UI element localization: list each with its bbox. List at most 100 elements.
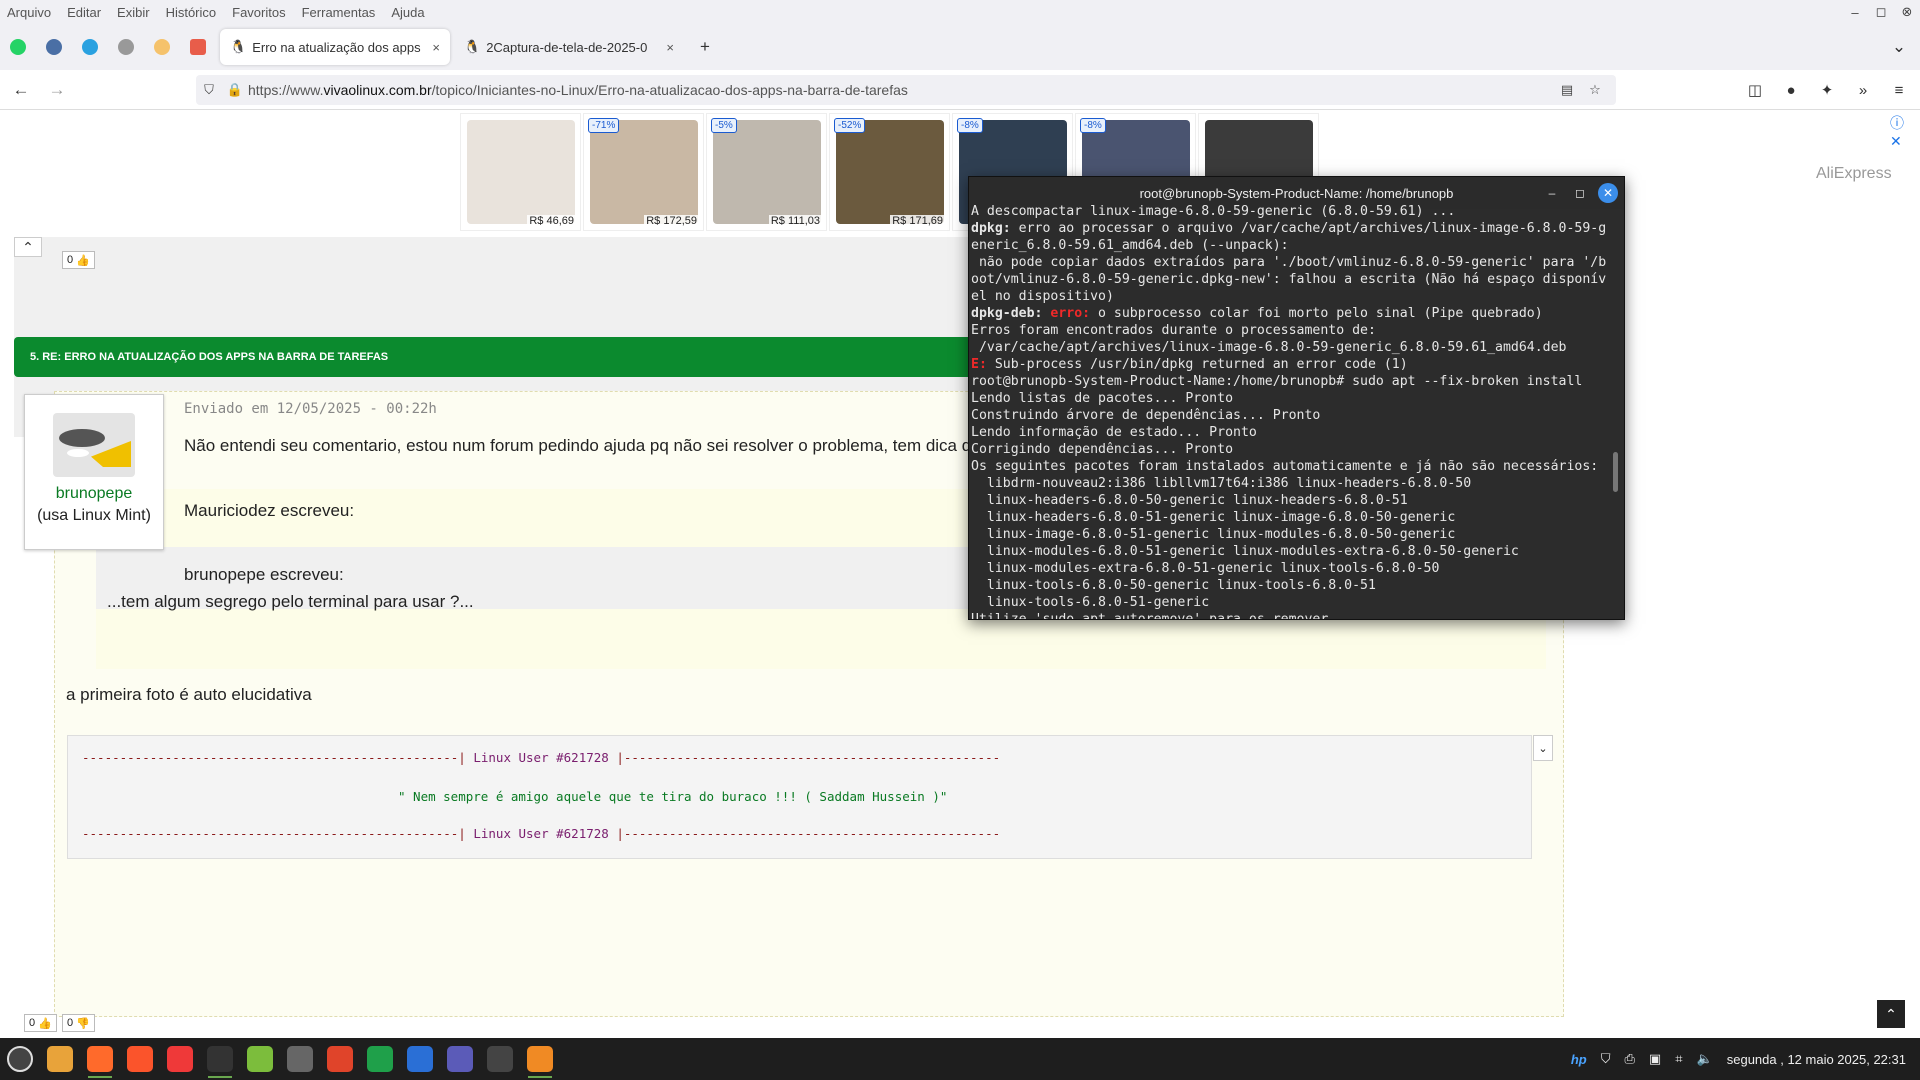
new-tab-button[interactable]: + (690, 32, 720, 62)
volume-icon[interactable]: 🔈 (1697, 1051, 1713, 1067)
terminal-window[interactable]: root@brunopb-System-Product-Name: /home/… (968, 176, 1625, 620)
terminal-title: root@brunopb-System-Product-Name: /home/… (1139, 185, 1454, 201)
hp-icon[interactable]: hp (1571, 1052, 1587, 1067)
terminal-text: não pode copiar dados extraídos para './… (971, 255, 1607, 270)
taskbar-app[interactable] (400, 1038, 440, 1080)
clipboard-icon[interactable]: ▣ (1649, 1051, 1661, 1067)
terminal-text: A descompactar linux-image-6.8.0-59-gene… (971, 204, 1456, 219)
terminal-scrollbar[interactable] (1613, 452, 1618, 492)
forward-button[interactable]: → (42, 75, 72, 105)
tab-erro-atualizacao[interactable]: 🐧 Erro na atualização dos apps × (220, 29, 450, 65)
terminal-line: linux-tools-6.8.0-50-generic linux-tools… (971, 577, 1611, 594)
menu-exibir[interactable]: Exibir (117, 5, 150, 20)
lock-icon[interactable]: 🔒 (222, 82, 248, 98)
taskbar-app[interactable] (480, 1038, 520, 1080)
shield-icon[interactable]: ⛉ (1601, 1051, 1611, 1067)
terminal-line: Lendo listas de pacotes... Pronto (971, 390, 1611, 407)
terminal-text: erro ao processar o arquivo /var/cache/a… (1010, 221, 1607, 236)
taskbar-app[interactable] (520, 1038, 560, 1080)
terminal-line: Utilize 'sudo apt autoremove' para os re… (971, 611, 1611, 619)
taskbar-app[interactable] (120, 1038, 160, 1080)
pinned-icon (154, 39, 170, 55)
tab-list-chevron-icon[interactable]: ⌄ (1884, 32, 1914, 62)
shield-icon[interactable]: ⛉ (196, 82, 222, 98)
terminal-line: Corrigindo dependências... Pronto (971, 441, 1611, 458)
taskbar-app[interactable] (440, 1038, 480, 1080)
taskbar-apps (40, 1038, 560, 1080)
terminal-error: E: (971, 357, 987, 372)
taskbar-app[interactable] (200, 1038, 240, 1080)
reader-view-icon[interactable]: ▤ (1554, 82, 1580, 98)
terminal-text: linux-image-6.8.0-51-generic linux-modul… (971, 527, 1456, 542)
ad-brand[interactable]: AliExpress (1816, 165, 1892, 183)
ad-item[interactable]: -5% R$ 111,03 (706, 113, 827, 231)
username-link[interactable]: brunopepe (25, 485, 163, 503)
url-bar[interactable]: ⛉ 🔒 https://www.vivaolinux.com.br/topico… (196, 75, 1616, 105)
avatar[interactable] (53, 413, 135, 477)
tab-close-icon[interactable]: × (432, 40, 440, 55)
taskbar-app[interactable] (320, 1038, 360, 1080)
post-text: Não entendi seu comentario, estou num fo… (184, 436, 981, 455)
menu-ajuda[interactable]: Ajuda (391, 5, 424, 20)
ad-item[interactable]: -71% R$ 172,59 (583, 113, 704, 231)
terminal-line: libdrm-nouveau2:i386 libllvm17t64:i386 l… (971, 475, 1611, 492)
taskbar-app[interactable] (240, 1038, 280, 1080)
terminal-text: /var/cache/apt/archives/linux-image-6.8.… (971, 340, 1567, 355)
terminal-text: Lendo informação de estado... Pronto (971, 425, 1257, 440)
tab-title: 2Captura-de-tela-de-2025-0 (486, 39, 648, 55)
close-icon[interactable]: ⊗ (1894, 0, 1920, 24)
terminal-text: root@brunopb-System-Product-Name:/home/b… (971, 374, 1583, 389)
minimize-icon[interactable]: – (1842, 0, 1868, 24)
bookmark-star-icon[interactable]: ☆ (1582, 82, 1608, 98)
collapse-up-button[interactable]: ⌃ (14, 237, 42, 257)
menu-historico[interactable]: Histórico (166, 5, 217, 20)
printer-icon[interactable]: ⎙ (1625, 1051, 1635, 1067)
navigation-bar: ← → ⛉ 🔒 https://www.vivaolinux.com.br/to… (0, 70, 1920, 110)
signature-quote: " Nem sempre é amigo aquele que te tira … (398, 789, 948, 804)
taskbar-app[interactable] (160, 1038, 200, 1080)
maximize-icon[interactable]: ◻ (1868, 0, 1894, 24)
scroll-to-top-button[interactable]: ⌃ (1877, 1000, 1905, 1028)
tab-captura[interactable]: 🐧 2Captura-de-tela-de-2025-0 × (454, 29, 684, 65)
pinned-tab-5[interactable] (144, 29, 180, 65)
pinned-tab-2[interactable] (36, 29, 72, 65)
taskbar-app[interactable] (360, 1038, 400, 1080)
menu-favoritos[interactable]: Favoritos (232, 5, 285, 20)
pinned-tab-6[interactable] (180, 29, 216, 65)
terminal-output[interactable]: A descompactar linux-image-6.8.0-59-gene… (971, 203, 1611, 619)
terminal-line: oot/vmlinuz-6.8.0-59-generic.dpkg-new': … (971, 271, 1611, 288)
pinned-tab-4[interactable] (108, 29, 144, 65)
expand-signature-chevron-icon[interactable]: ⌄ (1533, 735, 1553, 761)
pinned-tab-3[interactable] (72, 29, 108, 65)
pinned-tab-whatsapp[interactable] (0, 29, 36, 65)
vote-button[interactable]: 0 👍 (24, 1014, 57, 1032)
clock[interactable]: segunda , 12 maio 2025, 22:31 (1727, 1052, 1906, 1067)
ad-info-close-icon[interactable]: ⓘ ✕ (1890, 113, 1904, 150)
menu-arquivo[interactable]: Arquivo (7, 5, 51, 20)
hamburger-menu-icon[interactable]: ≡ (1884, 75, 1914, 105)
extensions-icon[interactable]: ✦ (1812, 75, 1842, 105)
overflow-chevron-icon[interactable]: » (1848, 75, 1878, 105)
taskbar-app[interactable] (40, 1038, 80, 1080)
terminal-line: linux-headers-6.8.0-51-generic linux-ima… (971, 509, 1611, 526)
account-icon[interactable]: ● (1776, 75, 1806, 105)
close-icon[interactable]: ✕ (1598, 183, 1618, 203)
vote-button[interactable]: 0 👎 (62, 1014, 95, 1032)
start-menu-button[interactable] (0, 1038, 40, 1080)
minimize-icon[interactable]: – (1542, 183, 1562, 203)
menu-editar[interactable]: Editar (67, 5, 101, 20)
chrome-icon (247, 1046, 273, 1072)
ad-item[interactable]: R$ 46,69 (460, 113, 581, 231)
thumbs-down-icon: 👎 (76, 1017, 90, 1030)
tab-close-icon[interactable]: × (666, 40, 674, 55)
ad-item[interactable]: -52% R$ 171,69 (829, 113, 950, 231)
network-icon[interactable]: ⌗ (1675, 1051, 1682, 1067)
vote-button[interactable]: 0 👍 (62, 251, 95, 269)
menu-ferramentas[interactable]: Ferramentas (302, 5, 376, 20)
back-button[interactable]: ← (6, 75, 36, 105)
taskbar-app[interactable] (280, 1038, 320, 1080)
taskbar-app[interactable] (80, 1038, 120, 1080)
terminal-line: Construindo árvore de dependências... Pr… (971, 407, 1611, 424)
pocket-icon[interactable]: ◫ (1740, 75, 1770, 105)
maximize-icon[interactable]: ◻ (1570, 183, 1590, 203)
